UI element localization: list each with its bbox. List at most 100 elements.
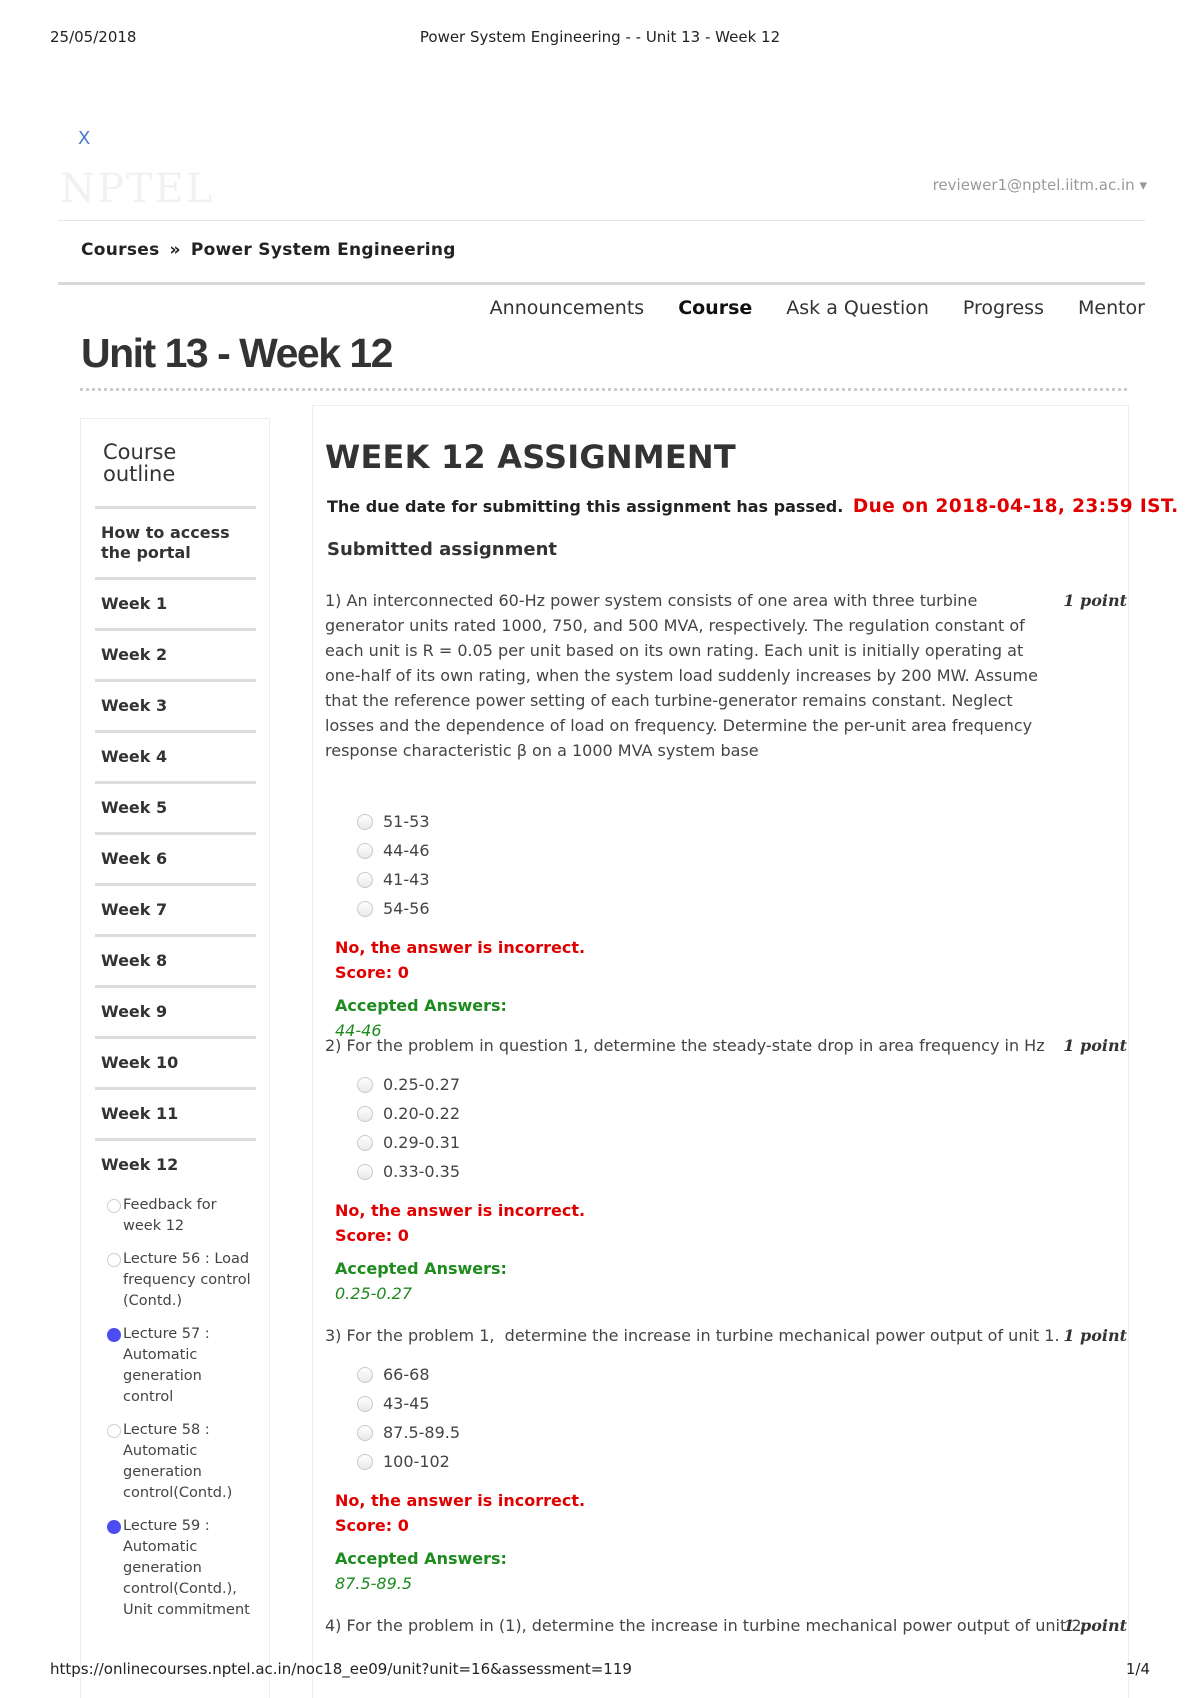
sidebar-item-week-12[interactable]: Week 12 [95, 1138, 256, 1189]
tab-mentor[interactable]: Mentor [1078, 297, 1145, 319]
title-divider [80, 388, 1127, 391]
submitted-heading: Submitted assignment [327, 539, 557, 560]
page-number: 1/4 [1125, 1660, 1150, 1678]
radio-button[interactable] [357, 813, 373, 830]
point-label: 1 point [1063, 1036, 1127, 1055]
breadcrumb-separator: » [169, 240, 181, 260]
sidebar-item-how-to-access[interactable]: How to access the portal [95, 506, 256, 577]
option-label: 66-68 [383, 1365, 430, 1384]
question-text: 1) An interconnected 60-Hz power system … [315, 588, 1127, 763]
header-divider [58, 220, 1145, 221]
sidebar-item-week-11[interactable]: Week 11 [95, 1087, 256, 1138]
outline-title-line: outline [103, 462, 176, 486]
course-tabs: Announcements Course Ask a Question Prog… [456, 297, 1145, 319]
point-label: 1 point [1063, 591, 1127, 610]
radio-button[interactable] [357, 1105, 373, 1122]
nptel-logo: NPTEL [60, 166, 215, 212]
sidebar-item-week-6[interactable]: Week 6 [95, 832, 256, 883]
option-label: 51-53 [383, 812, 430, 831]
print-header: 25/05/2018 Power System Engineering - - … [50, 28, 1150, 48]
option[interactable]: 54-56 [357, 894, 1127, 923]
feedback: No, the answer is incorrect. Score: 0 Ac… [335, 935, 1127, 1043]
question-3-text: 3) For the problem 1, determine the incr… [325, 1326, 1060, 1345]
status-filled-icon [107, 1520, 121, 1534]
lesson-label: Lecture 58 : Automatic generation contro… [123, 1422, 233, 1501]
lesson-item[interactable]: Feedback for week 12 [95, 1189, 256, 1243]
lesson-item[interactable]: Lecture 58 : Automatic generation contro… [95, 1414, 256, 1510]
sidebar-item-week-8[interactable]: Week 8 [95, 934, 256, 985]
incorrect-message: No, the answer is incorrect. [335, 938, 586, 957]
radio-button[interactable] [357, 1395, 373, 1412]
option-label: 87.5-89.5 [383, 1423, 461, 1442]
option[interactable]: 43-45 [357, 1389, 1127, 1418]
option[interactable]: 51-53 [357, 807, 1127, 836]
radio-button[interactable] [357, 842, 373, 859]
point-label: 1 point [1063, 1616, 1127, 1635]
radio-button[interactable] [357, 1163, 373, 1180]
lesson-label: Feedback for week 12 [123, 1197, 217, 1234]
due-passed-text: The due date for submitting this assignm… [327, 497, 844, 516]
chevron-down-icon: ▾ [1139, 176, 1147, 194]
question-2-text: 2) For the problem in question 1, determ… [325, 1036, 1045, 1055]
option[interactable]: 44-46 [357, 836, 1127, 865]
option[interactable]: 0.33-0.35 [357, 1157, 1127, 1186]
option-label: 0.20-0.22 [383, 1104, 461, 1123]
radio-button[interactable] [357, 1453, 373, 1470]
sidebar-item-week-9[interactable]: Week 9 [95, 985, 256, 1036]
tab-announcements[interactable]: Announcements [490, 297, 645, 319]
user-menu[interactable]: reviewer1@nptel.iitm.ac.in ▾ [933, 176, 1147, 194]
sidebar-item-week-2[interactable]: Week 2 [95, 628, 256, 679]
tab-ask-a-question[interactable]: Ask a Question [786, 297, 929, 319]
status-empty-icon [107, 1253, 121, 1267]
page-title: Unit 13 - Week 12 [81, 330, 394, 376]
option[interactable]: 41-43 [357, 865, 1127, 894]
question-3: 3) For the problem 1, determine the incr… [315, 1323, 1127, 1596]
option-label: 43-45 [383, 1394, 430, 1413]
option[interactable]: 87.5-89.5 [357, 1418, 1127, 1447]
accepted-answers-label: Accepted Answers: [335, 1259, 507, 1278]
course-outline-title: Course outline [103, 441, 176, 485]
close-icon[interactable]: X [78, 128, 90, 149]
radio-button[interactable] [357, 1424, 373, 1441]
lesson-item[interactable]: Lecture 59 : Automatic generation contro… [95, 1510, 256, 1627]
radio-button[interactable] [357, 1134, 373, 1151]
option[interactable]: 0.25-0.27 [357, 1070, 1127, 1099]
options-group: 66-68 43-45 87.5-89.5 100-102 [357, 1360, 1127, 1476]
feedback: No, the answer is incorrect. Score: 0 Ac… [335, 1488, 1127, 1596]
option-label: 44-46 [383, 841, 430, 860]
radio-button[interactable] [357, 1076, 373, 1093]
incorrect-message: No, the answer is incorrect. [335, 1201, 586, 1220]
options-group: 51-53 44-46 41-43 54-56 [357, 807, 1127, 923]
assignment-panel: WEEK 12 ASSIGNMENT The due date for subm… [312, 405, 1178, 1698]
question-1-text: 1) An interconnected 60-Hz power system … [325, 591, 1038, 760]
breadcrumb-courses[interactable]: Courses [81, 240, 160, 260]
radio-button[interactable] [357, 900, 373, 917]
sidebar-item-week-3[interactable]: Week 3 [95, 679, 256, 730]
option[interactable]: 100-102 [357, 1447, 1127, 1476]
score: Score: 0 [335, 1516, 409, 1535]
week-list: How to access the portal Week 1 Week 2 W… [95, 506, 256, 1627]
radio-button[interactable] [357, 1366, 373, 1383]
option[interactable]: 0.29-0.31 [357, 1128, 1127, 1157]
sidebar-item-week-10[interactable]: Week 10 [95, 1036, 256, 1087]
sidebar-item-week-1[interactable]: Week 1 [95, 577, 256, 628]
sidebar-item-week-7[interactable]: Week 7 [95, 883, 256, 934]
tab-progress[interactable]: Progress [963, 297, 1044, 319]
option[interactable]: 0.20-0.22 [357, 1099, 1127, 1128]
radio-button[interactable] [357, 871, 373, 888]
sidebar-item-week-5[interactable]: Week 5 [95, 781, 256, 832]
incorrect-message: No, the answer is incorrect. [335, 1491, 586, 1510]
lesson-label: Lecture 59 : Automatic generation contro… [123, 1518, 250, 1618]
question-4-text: 4) For the problem in (1), determine the… [325, 1616, 1087, 1635]
option-label: 41-43 [383, 870, 430, 889]
sidebar-item-week-4[interactable]: Week 4 [95, 730, 256, 781]
status-empty-icon [107, 1199, 121, 1213]
lesson-item[interactable]: Lecture 57 : Automatic generation contro… [95, 1318, 256, 1414]
tab-course[interactable]: Course [678, 297, 752, 319]
breadcrumb-course[interactable]: Power System Engineering [191, 240, 456, 260]
question-1: 1) An interconnected 60-Hz power system … [315, 588, 1127, 1043]
score: Score: 0 [335, 963, 409, 982]
lesson-item[interactable]: Lecture 56 : Load frequency control (Con… [95, 1243, 256, 1318]
due-date: Due on 2018-04-18, 23:59 IST. [852, 496, 1179, 517]
option[interactable]: 66-68 [357, 1360, 1127, 1389]
